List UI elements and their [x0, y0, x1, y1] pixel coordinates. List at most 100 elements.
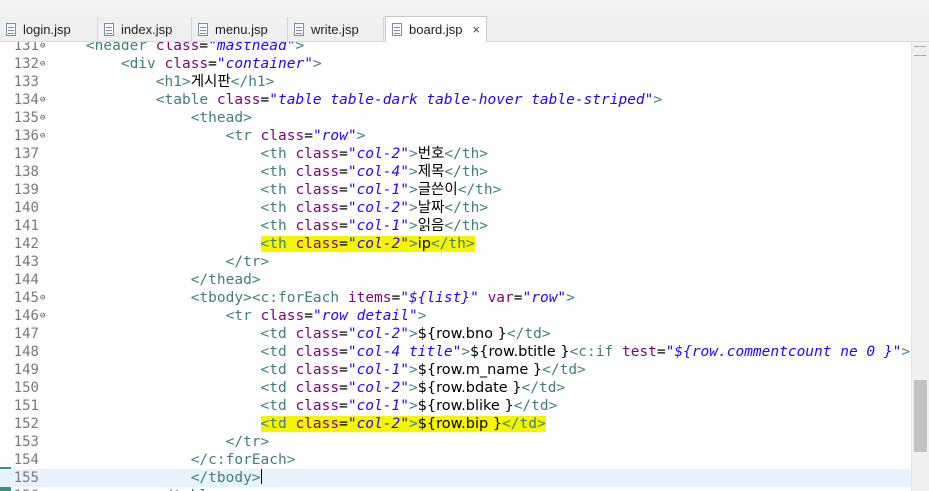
fold-toggle-icon[interactable]: ⊖ — [40, 42, 48, 55]
line-number: 150 — [13, 380, 39, 396]
tab-label: write.jsp — [311, 21, 359, 37]
line-number: 135 — [13, 110, 39, 126]
code-line[interactable]: 135 ⊖ <thead> — [0, 109, 911, 127]
fold-toggle-icon[interactable]: ⊖ — [40, 307, 48, 325]
code-line[interactable]: 144 </thead> — [0, 271, 911, 289]
tab-label: menu.jsp — [215, 21, 268, 37]
jsp-file-icon — [6, 22, 16, 36]
tab-write-jsp[interactable]: write.jsp — [288, 17, 384, 41]
code-text: </tr> — [225, 254, 270, 270]
code-text: <tr class="row"> — [225, 128, 366, 144]
line-number: 132 — [13, 56, 39, 72]
code-line[interactable]: 146 ⊖ <tr class="row detail"> — [0, 307, 911, 325]
line-number: 154 — [13, 452, 39, 468]
code-line[interactable]: 133 <h1>게시판</h1> — [0, 73, 911, 91]
code-editor[interactable]: 131 ⊖ <header class="masthead"> 132 ⊖ <div … — [0, 42, 911, 491]
code-line[interactable]: 145 ⊖ <tbody><c:forEach items="${list}" v… — [0, 289, 911, 307]
jsp-file-icon — [104, 22, 114, 36]
line-number: 148 — [13, 344, 39, 360]
line-number: 147 — [13, 326, 39, 342]
fold-toggle-icon[interactable]: ⊖ — [40, 55, 48, 73]
line-number: 146 — [13, 308, 39, 324]
code-line[interactable]: 149 <td class="col-1">${row.m_name }</td… — [0, 361, 911, 379]
code-text: <th class="col-1">읽음</th> — [260, 218, 489, 234]
code-line[interactable]: 155 </tbody> — [0, 469, 911, 487]
code-text: </table> — [51, 487, 226, 491]
code-text: <th class="col-2">번호</th> — [260, 146, 489, 162]
code-text: <th class="col-4">제목</th> — [260, 164, 489, 180]
scrollbar-thumb[interactable] — [914, 380, 927, 452]
line-number: 137 — [13, 146, 39, 162]
line-number: 143 — [13, 254, 39, 270]
editor-tab-bar: login.jsp index.jsp menu.jsp write.jsp b… — [0, 14, 929, 42]
tab-label: index.jsp — [121, 21, 173, 37]
line-number: 133 — [13, 74, 39, 90]
code-text: <td class="col-2">${row.bip }</td> — [260, 416, 546, 432]
code-line[interactable]: 143 </tr> — [0, 253, 911, 271]
code-line[interactable]: 150 <td class="col-2">${row.bdate }</td> — [0, 379, 911, 397]
code-line[interactable]: 137 <th class="col-2">번호</th> — [0, 145, 911, 163]
code-text: </thead> — [190, 272, 261, 288]
code-line[interactable]: 148 <td class="col-4 title">${row.btitle… — [0, 343, 911, 361]
code-text: <td class="col-1">${row.m_name }</td> — [260, 362, 586, 378]
line-number: 136 — [13, 128, 39, 144]
jsp-file-icon — [294, 22, 304, 36]
code-line[interactable]: 156⊖ </table> — [0, 487, 911, 491]
tab-login-jsp[interactable]: login.jsp — [0, 17, 98, 41]
code-text: <tr class="row detail"> — [225, 308, 427, 324]
code-line[interactable]: 153 </tr> — [0, 433, 911, 451]
fold-toggle-icon[interactable]: ⊖ — [40, 289, 48, 307]
code-text: </c:forEach> — [190, 452, 296, 468]
code-line[interactable]: 141 <th class="col-1">읽음</th> — [0, 217, 911, 235]
fold-toggle-icon[interactable]: ⊖ — [40, 487, 48, 491]
tab-label: board.jsp — [409, 22, 463, 37]
code-text: <th class="col-2">ip</th> — [260, 236, 475, 252]
line-number: 151 — [13, 398, 39, 414]
tab-board-jsp[interactable]: board.jsp × — [385, 16, 487, 42]
code-text: <h1>게시판</h1> — [155, 74, 275, 90]
code-text: <th class="col-1">글쓴이</th> — [260, 182, 502, 198]
code-text: <tbody><c:forEach items="${list}" var="r… — [190, 290, 575, 306]
code-text: </tr> — [225, 434, 270, 450]
code-line[interactable]: 132 ⊖ <div class="container"> — [0, 55, 911, 73]
line-number: 131 — [13, 42, 39, 54]
code-line[interactable]: 139 <th class="col-1">글쓴이</th> — [0, 181, 911, 199]
fold-toggle-icon[interactable]: ⊖ — [40, 91, 48, 109]
line-number: 144 — [13, 272, 39, 288]
tab-index-jsp[interactable]: index.jsp — [98, 17, 192, 41]
fold-toggle-icon[interactable]: ⊖ — [40, 109, 48, 127]
close-icon[interactable]: × — [472, 22, 480, 37]
code-line[interactable]: 134 ⊖ <table class="table table-dark tabl… — [0, 91, 911, 109]
code-line[interactable]: 151 <td class="col-1">${row.blike }</td> — [0, 397, 911, 415]
line-number: 139 — [13, 182, 39, 198]
code-line[interactable]: 152 <td class="col-2">${row.bip }</td> — [0, 415, 911, 433]
code-line[interactable]: 147 <td class="col-2">${row.bno }</td> — [0, 325, 911, 343]
line-number: 153 — [13, 434, 39, 450]
code-text: <header class="masthead"> — [85, 42, 305, 54]
code-text: <thead> — [190, 110, 252, 126]
tab-label: login.jsp — [23, 21, 71, 37]
code-text: <td class="col-1">${row.blike }</td> — [260, 398, 558, 414]
text-cursor — [260, 469, 263, 484]
vertical-scrollbar[interactable] — [911, 42, 929, 491]
tab-menu-jsp[interactable]: menu.jsp — [192, 17, 288, 41]
code-line[interactable]: 142 <th class="col-2">ip</th> — [0, 235, 911, 253]
code-text: <th class="col-2">날짜</th> — [260, 200, 489, 216]
code-line[interactable]: 138 <th class="col-4">제목</th> — [0, 163, 911, 181]
code-text: <td class="col-2">${row.bno }</td> — [260, 326, 551, 342]
fold-toggle-icon[interactable]: ⊖ — [40, 127, 48, 145]
line-number: 145 — [13, 290, 39, 306]
code-text: </tbody> — [190, 469, 263, 486]
code-text: <table class="table table-dark table-hov… — [155, 92, 663, 108]
code-text: <td class="col-4 title">${row.btitle }<c… — [260, 344, 911, 360]
line-number: 141 — [13, 218, 39, 234]
code-line[interactable]: 131 ⊖ <header class="masthead"> — [0, 42, 911, 55]
line-number: 152 — [13, 416, 39, 432]
overview-ruler-icon — [914, 46, 926, 56]
code-text: <td class="col-2">${row.bdate }</td> — [260, 380, 566, 396]
code-line[interactable]: 154 </c:forEach> — [0, 451, 911, 469]
line-number: 149 — [13, 362, 39, 378]
code-line[interactable]: 136 ⊖ <tr class="row"> — [0, 127, 911, 145]
code-line[interactable]: 140 <th class="col-2">날짜</th> — [0, 199, 911, 217]
code-text: <div class="container"> — [120, 56, 322, 72]
